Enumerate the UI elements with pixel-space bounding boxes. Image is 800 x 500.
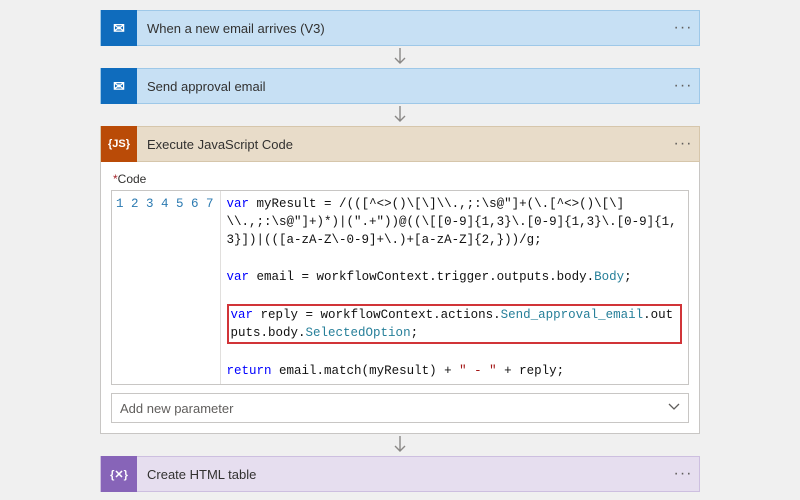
step-menu-button[interactable]: ··· (667, 77, 699, 95)
step-title: Send approval email (137, 79, 667, 94)
outlook-icon: ✉ (101, 68, 137, 104)
javascript-icon: {JS} (101, 126, 137, 162)
step-menu-button[interactable]: ··· (667, 135, 699, 153)
code-content[interactable]: var myResult = /(([^<>()\[\]\\.,;:\s@"]+… (221, 191, 688, 384)
step-when-email-arrives[interactable]: ✉ When a new email arrives (V3) ··· (100, 10, 700, 46)
flow-arrow (100, 104, 700, 126)
step-create-html-table[interactable]: {✕} Create HTML table ··· (100, 456, 700, 492)
step-execute-javascript[interactable]: {JS} Execute JavaScript Code ··· (100, 126, 700, 162)
code-field-label: *Code (113, 172, 689, 186)
chevron-down-icon (668, 401, 680, 416)
add-new-parameter-dropdown[interactable]: Add new parameter (111, 393, 689, 423)
step-title: Create HTML table (137, 467, 667, 482)
javascript-code-panel: *Code 1 2 3 4 5 6 7 var myResult = /(([^… (100, 162, 700, 434)
flow-arrow (100, 434, 700, 456)
step-send-approval-email[interactable]: ✉ Send approval email ··· (100, 68, 700, 104)
highlighted-code-line: var reply = workflowContext.actions.Send… (227, 304, 682, 344)
code-editor[interactable]: 1 2 3 4 5 6 7 var myResult = /(([^<>()\[… (111, 190, 689, 385)
add-parameter-label: Add new parameter (120, 401, 233, 416)
flow-arrow (100, 46, 700, 68)
table-icon: {✕} (101, 456, 137, 492)
step-title: Execute JavaScript Code (137, 137, 667, 152)
line-number-gutter: 1 2 3 4 5 6 7 (112, 191, 221, 384)
step-menu-button[interactable]: ··· (667, 19, 699, 37)
step-title: When a new email arrives (V3) (137, 21, 667, 36)
step-menu-button[interactable]: ··· (667, 465, 699, 483)
outlook-icon: ✉ (101, 10, 137, 46)
